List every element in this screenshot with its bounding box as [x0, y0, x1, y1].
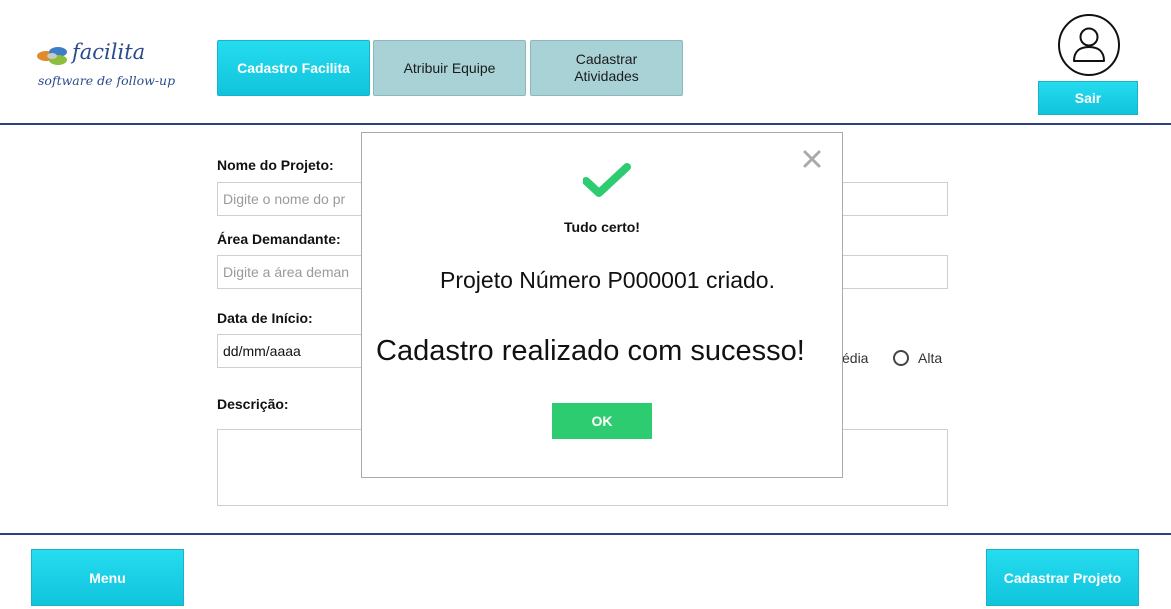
- logo-tagline: software de follow-up: [38, 73, 176, 88]
- user-icon: [1073, 27, 1105, 62]
- priority-high-radio[interactable]: [893, 350, 909, 366]
- logo-mark-icon: [37, 47, 67, 65]
- footer-divider: [0, 533, 1171, 535]
- check-icon: [583, 163, 631, 197]
- area-label: Área Demandante:: [217, 231, 341, 247]
- start-date-input[interactable]: dd/mm/aaaa: [217, 334, 377, 368]
- modal-title: Tudo certo!: [564, 219, 640, 235]
- close-icon[interactable]: [800, 147, 824, 171]
- avatar[interactable]: [1058, 14, 1120, 76]
- tab-atribuir-equipe[interactable]: Atribuir Equipe: [373, 40, 526, 96]
- tab-label: Atribuir Equipe: [403, 59, 496, 76]
- project-name-label: Nome do Projeto:: [217, 157, 334, 173]
- logout-button[interactable]: Sair: [1038, 81, 1138, 115]
- modal-headline: Cadastro realizado com sucesso!: [376, 335, 805, 367]
- modal-message: Projeto Número P000001 criado.: [440, 267, 775, 293]
- success-modal: Tudo certo! Projeto Número P000001 criad…: [361, 132, 843, 478]
- tab-label: Cadastro Facilita: [237, 59, 350, 76]
- logo: facilita software de follow-up: [36, 40, 196, 96]
- tab-label: Cadastrar Atividades: [574, 51, 639, 84]
- tab-cadastrar-atividades[interactable]: Cadastrar Atividades: [530, 40, 683, 96]
- priority-medium-label: édia: [842, 350, 869, 366]
- logo-wordmark: facilita: [72, 40, 146, 64]
- header-divider: [0, 123, 1171, 125]
- ok-button[interactable]: OK: [552, 403, 652, 439]
- page: facilita software de follow-up Cadastro …: [0, 0, 1171, 609]
- description-label: Descrição:: [217, 396, 289, 412]
- submit-project-button[interactable]: Cadastrar Projeto: [986, 549, 1139, 606]
- start-date-label: Data de Início:: [217, 310, 313, 326]
- priority-high-label: Alta: [918, 350, 943, 366]
- menu-button[interactable]: Menu: [31, 549, 184, 606]
- tab-cadastro-facilita[interactable]: Cadastro Facilita: [217, 40, 370, 96]
